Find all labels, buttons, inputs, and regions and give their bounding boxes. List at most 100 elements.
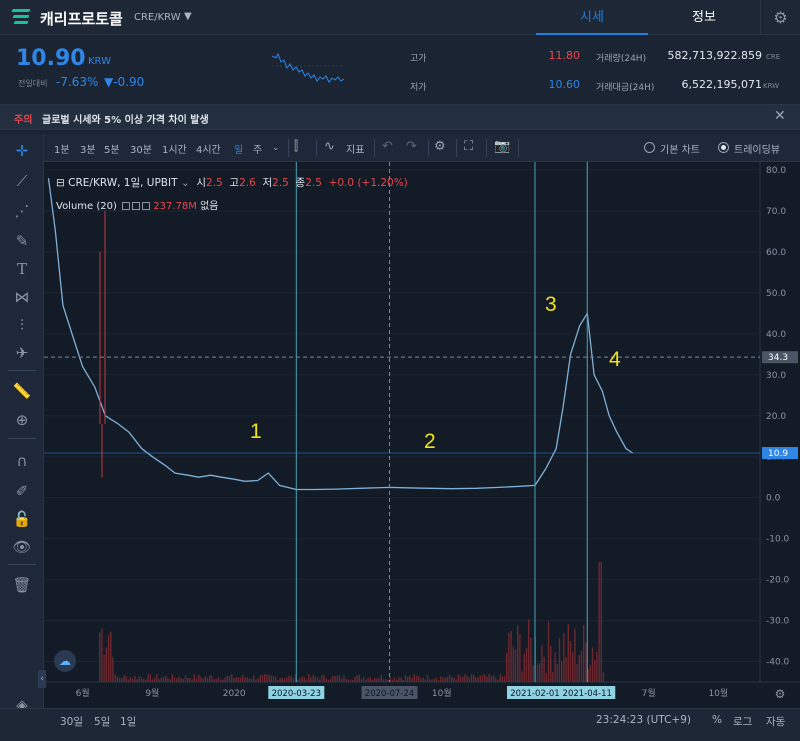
- range-30d[interactable]: 30일: [60, 714, 83, 729]
- date-marker-label: 2021-04-11: [563, 689, 612, 699]
- volume-bar: [550, 645, 552, 682]
- volume-bar: [169, 678, 171, 682]
- volume-bar: [338, 674, 341, 682]
- tradingview-radio[interactable]: [718, 142, 729, 153]
- volume-bar: [358, 674, 360, 682]
- settings-icon[interactable]: [132, 202, 141, 210]
- fib-tool-icon[interactable]: ⋰: [10, 200, 34, 222]
- volume-bar: [341, 678, 343, 682]
- volume-legend-label[interactable]: Volume (20): [56, 201, 117, 212]
- redo-icon[interactable]: ↷: [406, 139, 417, 154]
- prediction-tool-icon[interactable]: ⫶: [10, 314, 34, 336]
- zoom-in-icon[interactable]: ⊕: [10, 409, 34, 431]
- volume-bar: [147, 674, 149, 682]
- timeframe-1m[interactable]: 1분: [54, 141, 70, 156]
- tradingview-label[interactable]: 트레이딩뷰: [734, 141, 780, 156]
- trash-icon[interactable]: 🗑: [10, 574, 34, 596]
- volume-bar: [224, 677, 226, 682]
- volume-bar: [387, 679, 389, 682]
- volume-bar: [288, 675, 290, 682]
- trend-line-icon[interactable]: ⟋: [10, 170, 34, 192]
- volume-bar: [374, 677, 376, 682]
- volume-bar: [319, 679, 321, 682]
- lock-icon[interactable]: 🔓: [10, 508, 34, 530]
- volume-bar: [248, 678, 250, 682]
- volume-bar: [231, 674, 233, 682]
- timeframe-5m[interactable]: 5분: [104, 141, 120, 156]
- percent-toggle[interactable]: %: [712, 714, 722, 726]
- volume-bar: [532, 665, 534, 682]
- legend-close-key: 종: [295, 177, 306, 189]
- volume-bar: [426, 674, 429, 682]
- volume-unit: CRE: [766, 53, 781, 61]
- volume-bar: [279, 678, 281, 682]
- volume-bar: [585, 642, 587, 682]
- fullscreen-icon[interactable]: ⛶: [464, 139, 473, 154]
- crosshair-icon[interactable]: ✛: [10, 140, 34, 162]
- timeframe-week[interactable]: 주: [253, 141, 262, 156]
- tab-quote[interactable]: 시세: [536, 0, 648, 35]
- volume-bar: [121, 678, 123, 682]
- volume-bar: [325, 678, 327, 682]
- close-icon[interactable]: ✕: [774, 108, 786, 124]
- volume-bar: [525, 648, 528, 682]
- candle-type-icon[interactable]: ⫿: [294, 139, 298, 154]
- airplane-icon[interactable]: ✈: [10, 342, 34, 364]
- volume-bar: [334, 675, 336, 682]
- indicators-button[interactable]: 지표: [346, 141, 364, 156]
- undo-icon[interactable]: ↶: [382, 139, 393, 154]
- eye-icon[interactable]: [122, 202, 131, 210]
- basic-chart-label[interactable]: 기본 차트: [660, 141, 700, 156]
- timeframe-day[interactable]: 일: [234, 141, 243, 156]
- volume-value: 582,713,922.859: [667, 49, 762, 62]
- collapse-toolbar-icon[interactable]: ‹: [38, 670, 46, 688]
- camera-icon[interactable]: 📷: [494, 139, 510, 154]
- timeframe-30m[interactable]: 30분: [130, 141, 152, 156]
- pattern-tool-icon[interactable]: ⋈: [10, 286, 34, 308]
- chevron-down-icon[interactable]: ▼: [184, 11, 192, 22]
- volume-bar: [411, 677, 413, 682]
- timeframe-1h[interactable]: 1시간: [162, 141, 187, 156]
- range-1d[interactable]: 1일: [120, 714, 136, 729]
- clock[interactable]: 23:24:23 (UTC+9): [596, 714, 691, 726]
- magnet-icon[interactable]: ∩: [10, 450, 34, 472]
- ruler-icon[interactable]: 📏: [10, 380, 34, 402]
- legend-change: +0.0 (+1.20%): [328, 177, 408, 189]
- volume-bar: [323, 674, 325, 682]
- timeframe-4h[interactable]: 4시간: [196, 141, 221, 156]
- price-chart[interactable]: 80.070.060.050.040.030.020.010.00.0-10.0…: [38, 162, 800, 720]
- coin-pair[interactable]: CRE/KRW: [134, 12, 181, 23]
- volume-bar: [415, 675, 418, 682]
- volume-bar: [352, 679, 354, 682]
- volume-bar: [442, 677, 444, 682]
- close-icon[interactable]: [142, 202, 151, 210]
- x-tick-label: 6월: [76, 687, 90, 699]
- basic-chart-radio[interactable]: [644, 142, 655, 153]
- legend-toggle-icon[interactable]: ⊟: [56, 177, 65, 189]
- range-5d[interactable]: 5일: [94, 714, 110, 729]
- log-toggle[interactable]: 로그: [733, 714, 752, 729]
- timeframe-3m[interactable]: 3분: [80, 141, 96, 156]
- chevron-down-icon[interactable]: ⌄: [272, 143, 280, 153]
- tab-info[interactable]: 정보: [648, 0, 760, 35]
- indicator-icon[interactable]: ∿: [324, 139, 335, 154]
- pencil-lock-icon[interactable]: ✐: [10, 480, 34, 502]
- legend-symbol[interactable]: CRE/KRW, 1일, UPBIT: [68, 177, 177, 189]
- volume-bar: [299, 677, 301, 682]
- gear-icon[interactable]: ⚙: [760, 0, 800, 35]
- volume-bar: [473, 674, 475, 682]
- volume-bar: [182, 679, 184, 682]
- text-tool-icon[interactable]: T: [10, 258, 34, 280]
- chart-canvas[interactable]: 80.070.060.050.040.030.020.010.00.0-10.0…: [44, 162, 800, 720]
- volume-bar: [497, 679, 499, 682]
- settings-icon[interactable]: ⚙: [434, 139, 446, 154]
- volume-bar: [514, 649, 517, 682]
- volume-bar: [125, 676, 127, 682]
- tradingview-logo-icon[interactable]: ☁: [54, 650, 76, 672]
- annotation-2: 2: [424, 430, 436, 453]
- eye-icon[interactable]: 👁: [10, 536, 34, 558]
- brush-icon[interactable]: ✎: [10, 230, 34, 252]
- coin-name[interactable]: 캐리프로토콜: [40, 8, 123, 29]
- auto-toggle[interactable]: 자동: [766, 714, 785, 729]
- volume-bar: [211, 676, 213, 682]
